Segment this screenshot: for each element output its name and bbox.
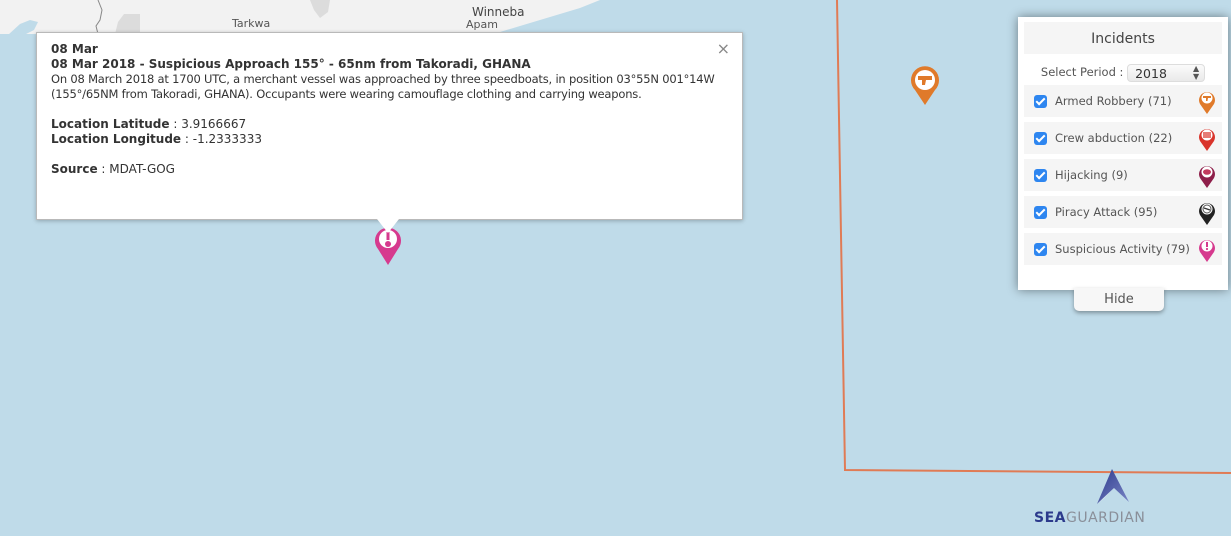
piracy-attack-pin-icon [1199,203,1215,225]
incident-filter-piracy-attack[interactable]: Piracy Attack (95) [1024,196,1222,228]
incident-filter-hijacking[interactable]: Hijacking (9) [1024,159,1222,191]
checkbox[interactable] [1034,205,1047,219]
popup-pointer [377,219,399,233]
filter-label: Piracy Attack (95) [1055,205,1158,219]
popup-date: 08 Mar [51,42,98,56]
period-select[interactable]: 2018 ▲ ▼ [1127,63,1206,82]
period-label: Select Period : [1040,65,1124,79]
suspicious-activity-pin-icon [1199,240,1215,262]
armed-robbery-map-marker[interactable] [909,64,941,106]
seaguardian-logo: SEAGUARDIAN [1034,468,1194,528]
hijacking-pin-icon [1199,166,1215,188]
logo-guardian-text: GUARDIAN [1065,510,1146,526]
incident-filter-armed-robbery[interactable]: Armed Robbery (71) [1024,85,1222,117]
panel-title: Incidents [1024,22,1222,54]
source-label: Source [51,162,98,176]
checkbox[interactable] [1034,242,1047,256]
map-label-apam: Apam [466,18,498,31]
popup-title: 08 Mar 2018 - Suspicious Approach 155° -… [51,57,531,71]
hide-panel-button[interactable]: Hide [1074,288,1164,311]
filter-label: Armed Robbery (71) [1055,94,1172,108]
filter-label: Hijacking (9) [1055,168,1128,182]
filter-label: Crew abduction (22) [1055,131,1173,145]
longitude-label: Location Longitude [51,132,182,146]
checkbox[interactable] [1034,94,1047,108]
select-arrows-icon: ▲ ▼ [1192,63,1200,81]
popup-latitude: Location Latitude : 3.9166667 [51,117,728,132]
period-select-value: 2018 [1135,65,1167,81]
logo-arrow-icon [1097,469,1129,504]
period-row: Select Period : 2018 ▲ ▼ [1024,62,1222,82]
longitude-value: : -1.2333333 [181,132,262,146]
incident-filter-crew-abduction[interactable]: Crew abduction (22) [1024,122,1222,154]
popup-source: Source : MDAT-GOG [51,162,728,177]
map-label-winneba: Winneba [472,5,525,19]
source-value: : MDAT-GOG [97,162,175,176]
checkbox[interactable] [1034,168,1047,182]
armed-robbery-pin-icon [1199,92,1215,114]
checkbox[interactable] [1034,131,1047,145]
incidents-panel: Incidents Select Period : 2018 ▲ ▼ Armed … [1018,17,1228,290]
latitude-label: Location Latitude [51,117,170,131]
popup-description: On 08 March 2018 at 1700 UTC, a merchant… [51,72,715,101]
map-label-tarkwa: Tarkwa [232,17,271,30]
close-icon[interactable]: × [717,41,730,57]
incident-popup: 08 Mar 08 Mar 2018 - Suspicious Approach… [36,32,743,220]
filter-label: Suspicious Activity (79) [1055,242,1190,256]
logo-sea-text: SEA [1034,510,1066,526]
popup-longitude: Location Longitude : -1.2333333 [51,132,728,147]
crew-abduction-pin-icon [1199,129,1215,151]
incident-filter-suspicious-activity[interactable]: Suspicious Activity (79) [1024,233,1222,265]
latitude-value: : 3.9166667 [169,117,247,131]
